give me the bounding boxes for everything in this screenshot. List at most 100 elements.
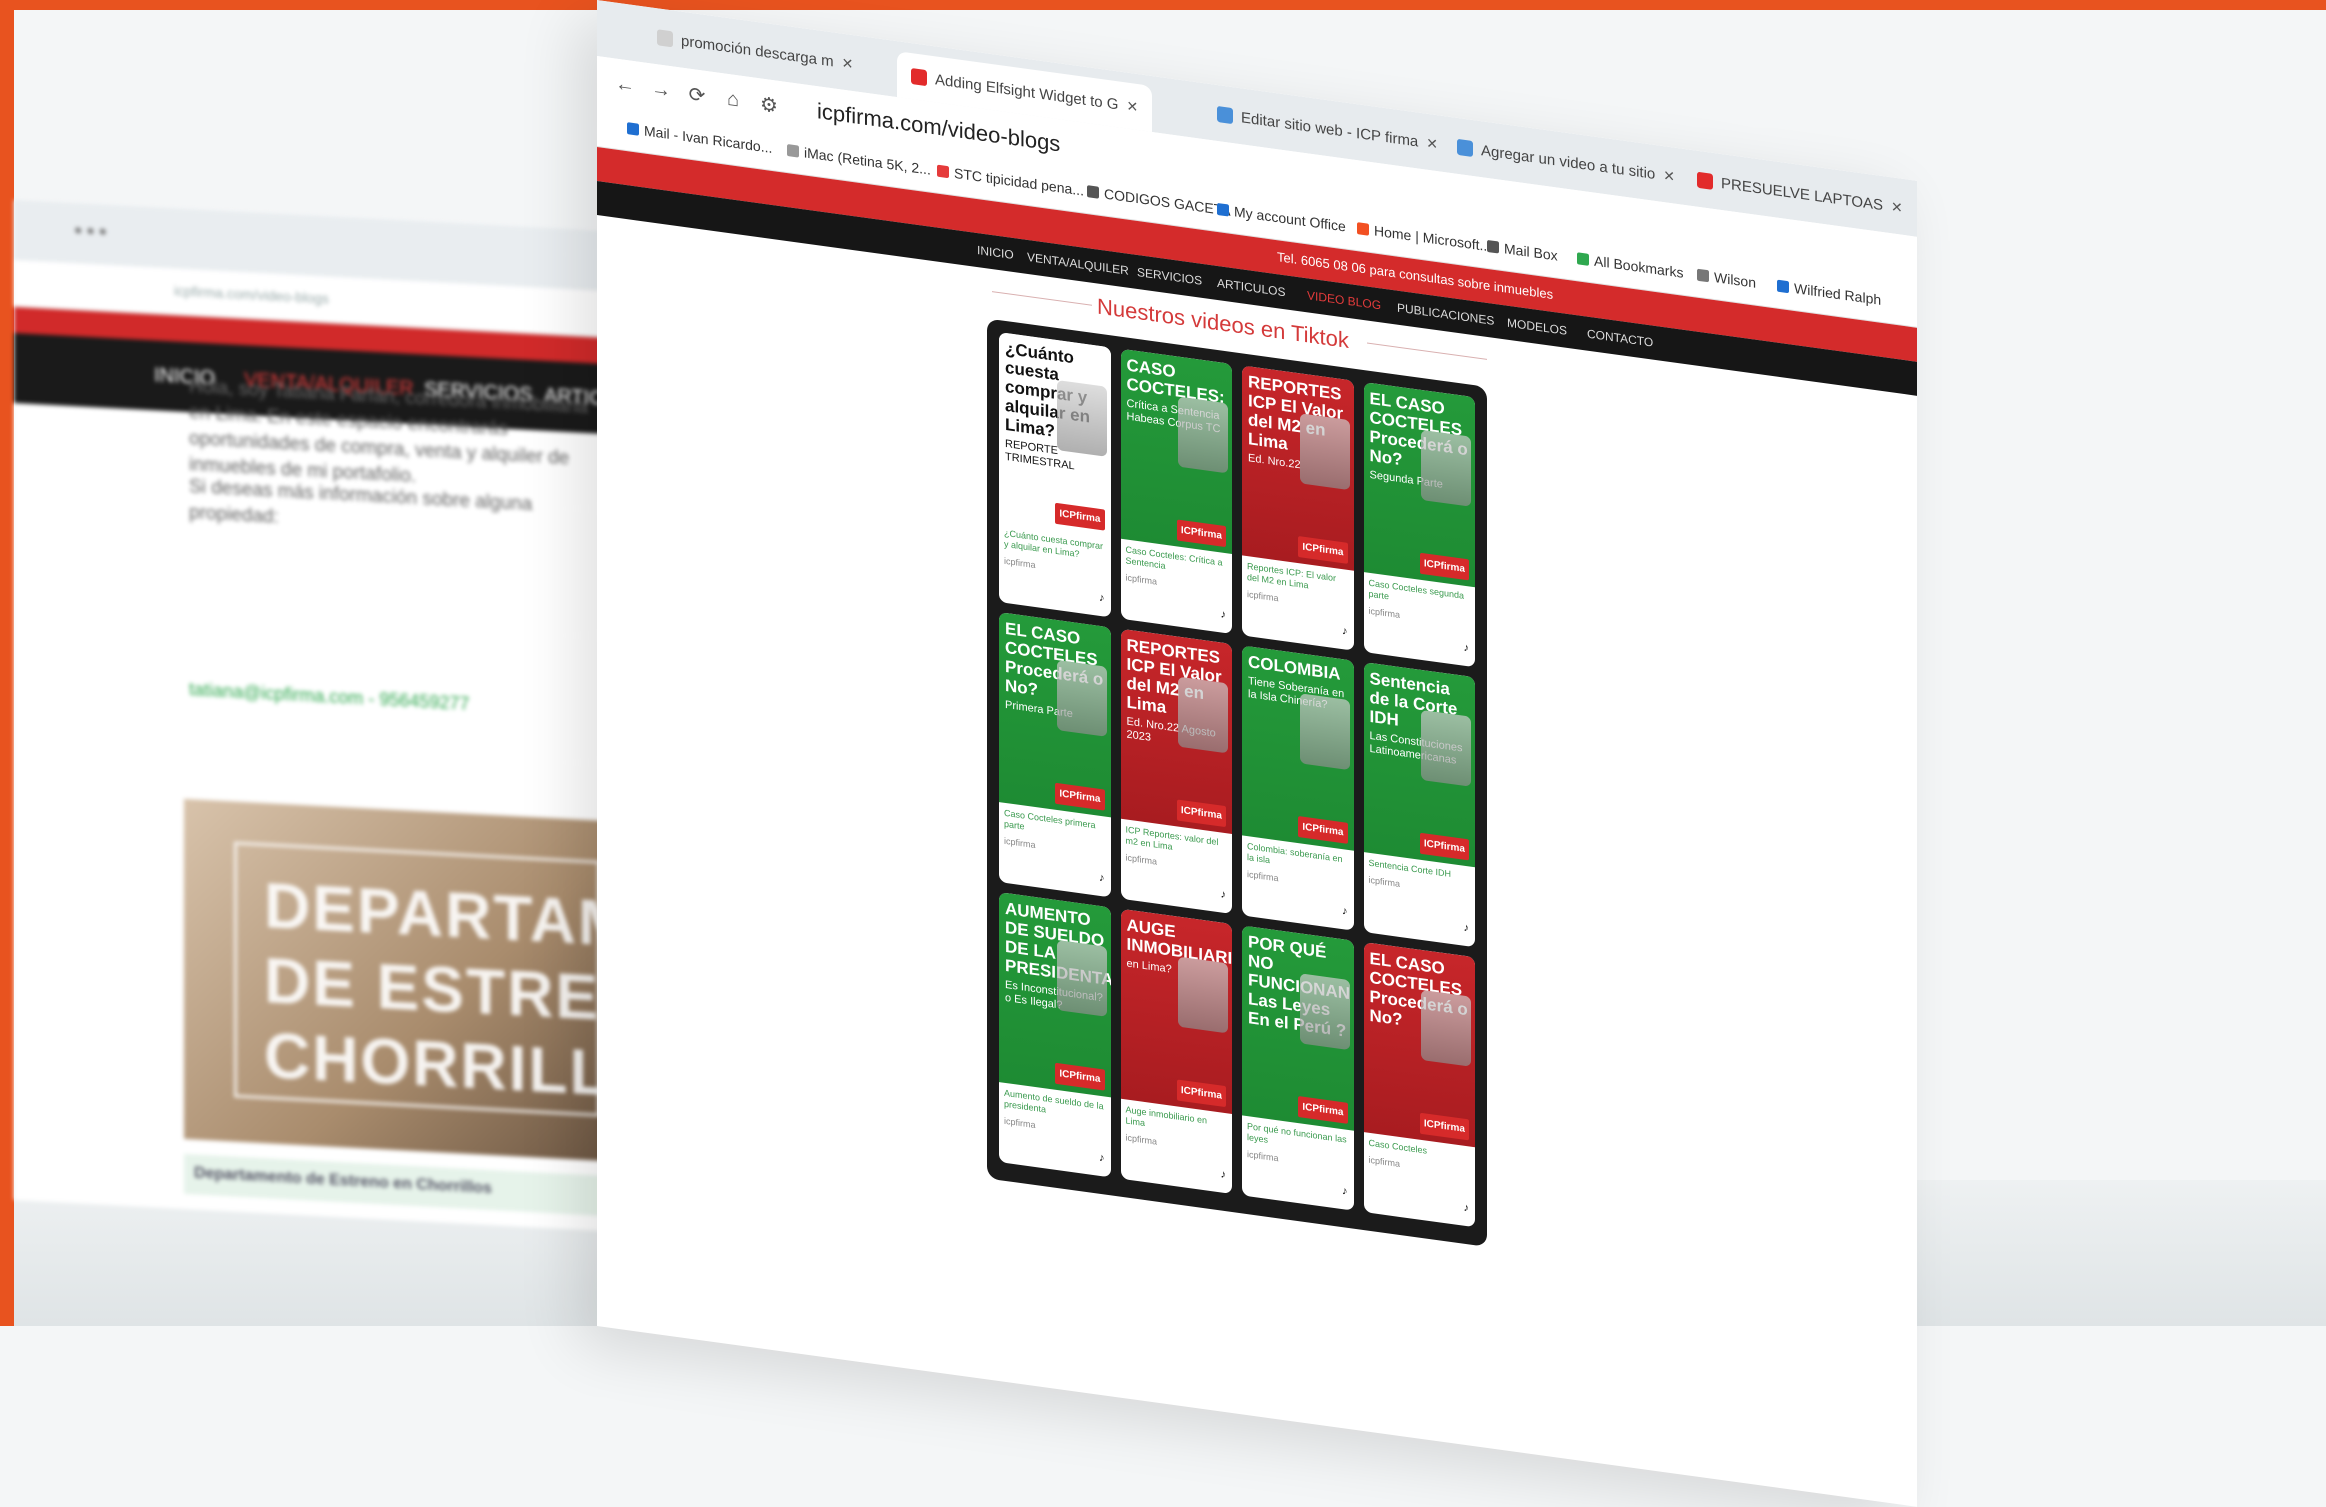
tiktok-feed-widget: ¿Cuánto cuesta comprar y alquilar en Lim… [987, 318, 1487, 1247]
tiktok-icon[interactable]: ♪ [1464, 642, 1470, 655]
account-name[interactable]: icpfirma [1004, 1116, 1106, 1141]
tiktok-video-card[interactable]: REPORTES ICP El Valor del M2 en Lima Ed.… [1242, 365, 1354, 651]
video-meta: Colombia: soberanía en la isla icpfirma … [1242, 835, 1354, 930]
forward-icon[interactable]: → [643, 76, 679, 104]
bookmark-item[interactable]: My account Office [1217, 201, 1346, 235]
close-icon[interactable]: ✕ [1126, 97, 1138, 116]
account-name[interactable]: icpfirma [1126, 1132, 1228, 1157]
account-name[interactable]: icpfirma [1126, 852, 1228, 877]
tiktok-video-card[interactable]: AUMENTO DE SUELDO DE LA PRESIDENTA. Es I… [999, 892, 1111, 1178]
site-nav-item[interactable]: MODELOS [1507, 316, 1567, 338]
close-icon[interactable]: ✕ [842, 54, 854, 73]
account-name[interactable]: icpfirma [1369, 1155, 1471, 1180]
thumbnail-photo [1056, 659, 1107, 737]
account-name[interactable]: icpfirma [1247, 1149, 1349, 1174]
bookmark-label: CODIGOS GACETA [1104, 185, 1231, 219]
close-icon[interactable]: ✕ [1663, 167, 1675, 186]
site-nav-item-active[interactable]: VIDEO BLOG [1307, 288, 1381, 312]
site-nav-item[interactable]: ARTICULOS [1217, 276, 1285, 299]
thumbnail-photo [1299, 693, 1350, 771]
tiktok-icon[interactable]: ♪ [1342, 1185, 1348, 1198]
site-nav-item[interactable]: SERVICIOS [1137, 265, 1202, 288]
bookmark-item[interactable]: Wilfried Ralph [1777, 278, 1881, 308]
tab-favicon [657, 29, 673, 48]
thumbnail-photo [1299, 973, 1350, 1051]
video-thumbnail[interactable]: EL CASO COCTELES Procederá o No? Primera… [999, 612, 1111, 818]
frame-top [0, 0, 2326, 10]
bg-listing-photo[interactable]: DEPARTAM DE ESTREN CHORRILL [184, 798, 614, 1161]
tiktok-video-card[interactable]: CASO COCTELES: Crítica a Sentencia Habea… [1120, 348, 1232, 634]
close-icon[interactable]: ✕ [1426, 134, 1438, 153]
video-caption[interactable]: Caso Cocteles [1369, 1138, 1428, 1156]
bg-contact-link[interactable]: tatiana@icpfirma.com - 956459277 [189, 679, 469, 715]
bookmark-item[interactable]: Wilson [1697, 267, 1756, 291]
video-thumbnail[interactable]: CASO COCTELES: Crítica a Sentencia Habea… [1120, 348, 1232, 554]
bookmark-item[interactable]: All Bookmarks [1577, 250, 1683, 281]
reload-icon[interactable]: ⟳ [679, 80, 715, 110]
account-name[interactable]: icpfirma [1369, 875, 1471, 900]
tiktok-icon[interactable]: ♪ [1464, 1202, 1470, 1215]
tiktok-video-card[interactable]: EL CASO COCTELES Procederá o No? ICPfirm… [1363, 941, 1475, 1228]
video-thumbnail[interactable]: AUMENTO DE SUELDO DE LA PRESIDENTA. Es I… [999, 892, 1111, 1098]
site-nav-item[interactable]: VENTA/ALQUILER [1027, 250, 1129, 278]
brand-tag: ICPfirma [1055, 502, 1105, 531]
tiktok-icon[interactable]: ♪ [1221, 1168, 1227, 1181]
tiktok-icon[interactable]: ♪ [1099, 1152, 1105, 1165]
tiktok-icon[interactable]: ♪ [1099, 872, 1105, 885]
tiktok-icon[interactable]: ♪ [1342, 625, 1348, 638]
video-meta: ICP Reportes: valor del m2 en Lima icpfi… [1121, 819, 1233, 914]
video-thumbnail[interactable]: ¿Cuánto cuesta comprar y alquilar en Lim… [999, 332, 1111, 538]
bookmark-label: All Bookmarks [1594, 252, 1684, 281]
video-thumbnail[interactable]: EL CASO COCTELES Procederá o No? Segunda… [1363, 381, 1475, 588]
site-nav-item[interactable]: PUBLICACIONES [1397, 301, 1494, 328]
folder-icon [1577, 252, 1589, 266]
bg-photo-caption: Departamento de Estreno en Chorrillos [184, 1153, 604, 1216]
bookmark-label: My account Office [1234, 203, 1346, 235]
tiktok-icon[interactable]: ♪ [1342, 905, 1348, 918]
account-name[interactable]: icpfirma [1247, 589, 1349, 614]
account-name[interactable]: icpfirma [1247, 869, 1349, 894]
video-thumbnail[interactable]: REPORTES ICP El Valor del M2 en Lima Ed.… [1242, 365, 1354, 571]
video-thumbnail[interactable]: AUGE INMOBILIARIO en Lima? ICPfirma [1120, 908, 1232, 1114]
video-meta: Caso Cocteles primera parte icpfirma ♪ [999, 802, 1111, 897]
bookmark-icon [937, 164, 949, 179]
account-name[interactable]: icpfirma [1004, 836, 1106, 861]
video-thumbnail[interactable]: COLOMBIA Tiene Soberanía en la Isla Chin… [1242, 645, 1354, 851]
bookmark-item[interactable]: Mail Box [1487, 238, 1558, 264]
bg-tab[interactable]: ● ● ● [74, 221, 107, 243]
account-name[interactable]: icpfirma [1126, 572, 1228, 597]
video-thumbnail[interactable]: REPORTES ICP El Valor del M2 en Lima Ed.… [1120, 628, 1232, 834]
tiktok-icon[interactable]: ♪ [1221, 608, 1227, 621]
video-thumbnail[interactable]: POR QUÉ NO FUNCIONAN Las Leyes En el Per… [1242, 925, 1354, 1131]
tiktok-video-card[interactable]: COLOMBIA Tiene Soberanía en la Isla Chin… [1242, 645, 1354, 931]
home-icon[interactable]: ⌂ [715, 86, 751, 114]
video-meta: Aumento de sueldo de la presidenta icpfi… [999, 1082, 1111, 1177]
bookmark-item[interactable]: Home | Microsoft... [1357, 220, 1491, 254]
video-thumbnail[interactable]: Sentencia de la Corte IDH Las Constituci… [1363, 661, 1475, 868]
mail-icon [627, 122, 639, 136]
tiktok-icon[interactable]: ♪ [1099, 592, 1105, 605]
tiktok-video-card[interactable]: Sentencia de la Corte IDH Las Constituci… [1363, 661, 1475, 948]
brand-tag: ICPfirma [1176, 1079, 1226, 1108]
account-name[interactable]: icpfirma [1369, 606, 1471, 631]
site-info-icon[interactable]: ⚙ [751, 90, 787, 120]
thumbnail-photo [1299, 413, 1350, 491]
site-nav-item[interactable]: CONTACTO [1587, 327, 1653, 350]
tiktok-icon[interactable]: ♪ [1464, 922, 1470, 935]
tiktok-video-card[interactable]: ¿Cuánto cuesta comprar y alquilar en Lim… [999, 332, 1111, 618]
account-name[interactable]: icpfirma [1004, 556, 1106, 581]
tiktok-video-card[interactable]: POR QUÉ NO FUNCIONAN Las Leyes En el Per… [1242, 925, 1354, 1211]
brand-tag: ICPfirma [1298, 1096, 1348, 1124]
tiktok-icon[interactable]: ♪ [1221, 888, 1227, 901]
tiktok-video-card[interactable]: REPORTES ICP El Valor del M2 en Lima Ed.… [1120, 628, 1233, 914]
thumbnail-photo [1421, 709, 1471, 787]
tiktok-video-card[interactable]: AUGE INMOBILIARIO en Lima? ICPfirma Auge… [1120, 908, 1232, 1194]
globe-icon [1697, 268, 1709, 283]
video-thumbnail[interactable]: EL CASO COCTELES Procederá o No? ICPfirm… [1363, 941, 1475, 1148]
site-nav-item[interactable]: INICIO [977, 243, 1014, 262]
close-icon[interactable]: ✕ [1891, 198, 1903, 217]
title-rule-left [992, 291, 1092, 306]
tiktok-video-card[interactable]: EL CASO COCTELES Procederá o No? Primera… [999, 612, 1111, 898]
tiktok-video-card[interactable]: EL CASO COCTELES Procederá o No? Segunda… [1363, 381, 1475, 668]
back-icon[interactable]: ← [607, 71, 643, 99]
